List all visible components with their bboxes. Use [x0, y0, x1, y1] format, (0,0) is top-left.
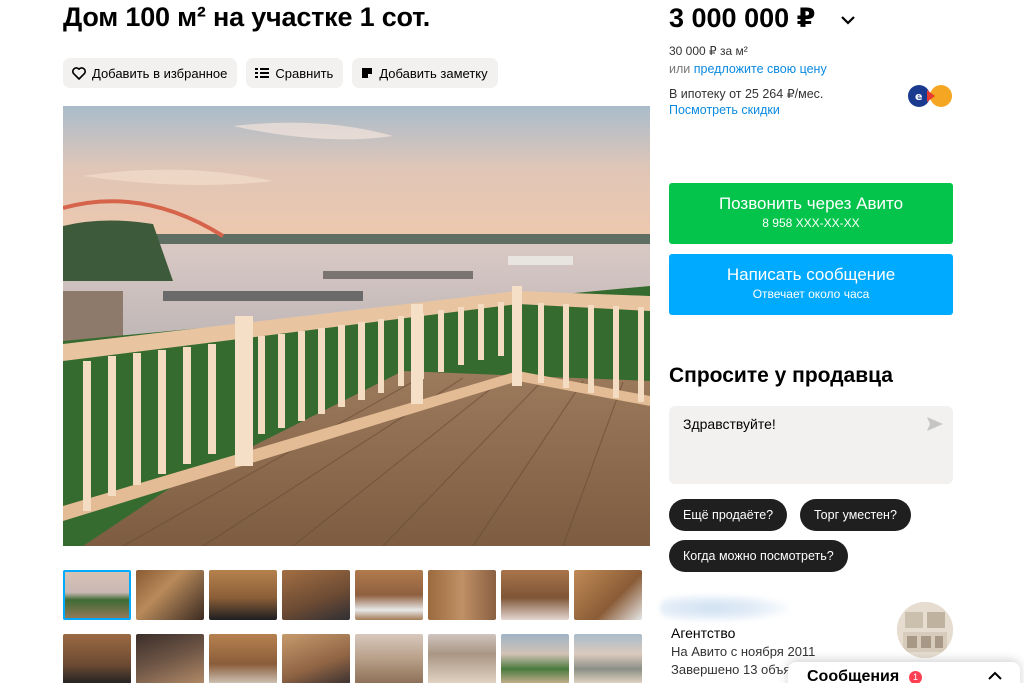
- quick-question-chip[interactable]: Ещё продаёте?: [669, 499, 788, 531]
- thumbnail-6[interactable]: [428, 570, 496, 620]
- thumbnail-16[interactable]: [574, 634, 642, 683]
- photo-thumbnails: [63, 570, 653, 683]
- seller-name-blurred[interactable]: [660, 594, 790, 622]
- thumbnail-5[interactable]: [355, 570, 423, 620]
- seller-type: Агентство: [671, 625, 736, 641]
- chevron-down-icon[interactable]: [840, 14, 856, 26]
- thumbnail-12[interactable]: [282, 634, 350, 683]
- send-icon[interactable]: [927, 417, 943, 431]
- compare-icon: [255, 68, 270, 78]
- ask-seller-box: [669, 406, 953, 484]
- response-time: Отвечает около часа: [752, 287, 870, 301]
- offer-price-link[interactable]: предложите свою цену: [694, 62, 827, 76]
- heart-icon: [72, 66, 86, 80]
- seller-since: На Авито с ноября 2011: [671, 644, 816, 659]
- listing-title: Дом 100 м² на участке 1 сот.: [63, 2, 431, 32]
- price: 3 000 000 ₽: [669, 3, 816, 33]
- thumbnail-11[interactable]: [209, 634, 277, 683]
- svg-text:e: e: [915, 90, 922, 103]
- add-to-favorites-button[interactable]: Добавить в избранное: [63, 58, 238, 88]
- call-button-label: Позвонить через Авито: [718, 194, 904, 213]
- thumbnail-15[interactable]: [501, 634, 569, 683]
- thumbnail-10[interactable]: [136, 634, 204, 683]
- quick-question-chip[interactable]: Торг уместен?: [800, 499, 911, 531]
- write-message-button[interactable]: Написать сообщение Отвечает около часа: [669, 254, 953, 315]
- chevron-up-icon[interactable]: [987, 671, 1003, 681]
- bank-logo-icon: e: [908, 85, 952, 107]
- thumbnail-9[interactable]: [63, 634, 131, 683]
- compare-label: Сравнить: [275, 65, 334, 81]
- add-note-button[interactable]: Добавить заметку: [352, 58, 498, 88]
- add-to-favorites-label: Добавить в избранное: [92, 65, 228, 81]
- add-note-label: Добавить заметку: [379, 65, 488, 81]
- ask-seller-input[interactable]: [669, 406, 909, 466]
- offer-price: или предложите свою цену: [669, 62, 827, 76]
- thumbnail-4[interactable]: [282, 570, 350, 620]
- unread-badge: 1: [909, 671, 922, 683]
- thumbnail-8[interactable]: [574, 570, 642, 620]
- thumbnail-7[interactable]: [501, 570, 569, 620]
- thumbnail-3[interactable]: [209, 570, 277, 620]
- compare-button[interactable]: Сравнить: [246, 58, 344, 88]
- listing-actions: Добавить в избранное Сравнить Добавить з…: [63, 58, 498, 88]
- thumbnail-row: [63, 570, 653, 620]
- thumbnail-2[interactable]: [136, 570, 204, 620]
- offer-prefix: или: [669, 62, 691, 76]
- thumbnail-14[interactable]: [428, 634, 496, 683]
- quick-question-chip[interactable]: Когда можно посмотреть?: [669, 540, 848, 572]
- call-phone-number: 8 958 XXX-XX-XX: [762, 216, 860, 230]
- call-via-avito-button[interactable]: Позвонить через Авито 8 958 XXX-XX-XX: [669, 183, 953, 244]
- messages-panel[interactable]: Сообщения 1: [788, 662, 1020, 683]
- thumbnail-1[interactable]: [63, 570, 131, 620]
- mortgage-info: В ипотеку от 25 264 ₽/мес.: [669, 87, 824, 101]
- thumbnail-13[interactable]: [355, 634, 423, 683]
- message-button-label: Написать сообщение: [726, 265, 896, 284]
- main-photo[interactable]: [63, 106, 650, 546]
- view-discounts-link[interactable]: Посмотреть скидки: [669, 103, 780, 117]
- messages-label: Сообщения: [807, 668, 900, 683]
- seller-avatar[interactable]: [897, 602, 953, 658]
- price-per-meter: 30 000 ₽ за м²: [669, 44, 748, 58]
- seller-completed-listings: Завершено 13 объя: [671, 662, 791, 677]
- thumbnail-row: [63, 634, 653, 683]
- note-icon: [362, 68, 373, 78]
- ask-seller-title: Спросите у продавца: [669, 364, 893, 387]
